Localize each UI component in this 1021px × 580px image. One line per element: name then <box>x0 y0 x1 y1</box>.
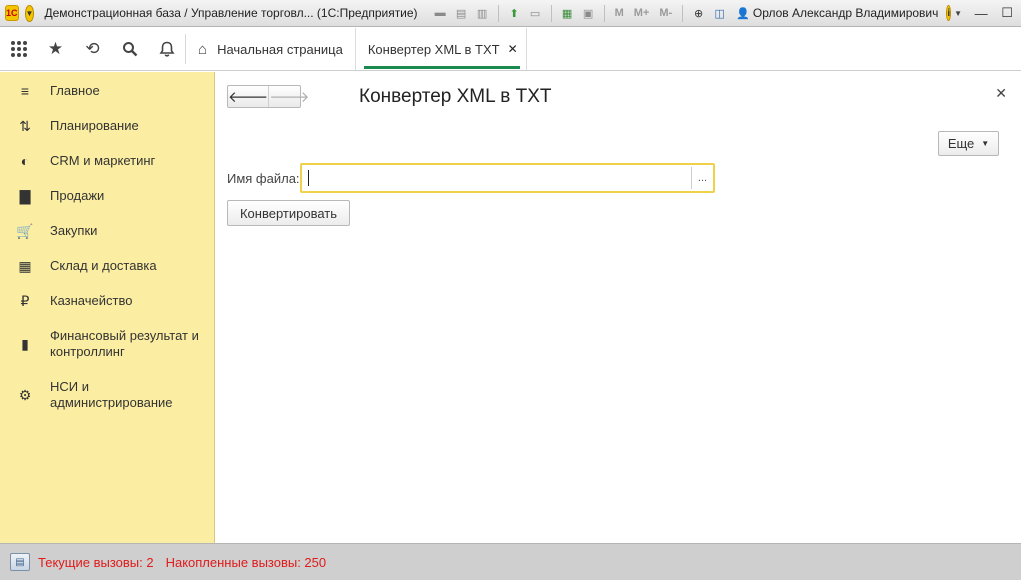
print-icon[interactable]: ▤ <box>453 5 470 22</box>
memory-add-button[interactable]: M+ <box>631 7 653 19</box>
back-arrow-icon[interactable]: 🡐 <box>228 86 270 107</box>
history-navigation: 🡐 🡒 <box>227 85 309 108</box>
file-name-label: Имя файла: <box>227 171 300 186</box>
save-icon[interactable]: ▬ <box>432 5 449 22</box>
preview-icon[interactable]: ▥ <box>474 5 491 22</box>
cart-icon: 🛒 <box>16 222 34 239</box>
memory-button[interactable]: M <box>612 7 627 19</box>
section-bar: ★ ⟲ ⌂ Начальная страница Конвертер XML в… <box>0 28 1021 71</box>
close-form-icon[interactable]: ✕ <box>995 85 1007 102</box>
ruble-icon: ₽ <box>20 292 30 309</box>
sidebar-item-treasury[interactable]: ₽ Казначейство <box>0 292 214 310</box>
user-icon: 👤 <box>736 7 750 20</box>
tab-label: Конвертер XML в TXT <box>367 41 500 57</box>
chevron-down-icon: ▼ <box>25 8 34 18</box>
tab-label: Начальная страница <box>217 41 343 57</box>
form-area: 🡐 🡒 Конвертер XML в TXT ✕ Еще ▼ Имя файл… <box>216 72 1021 543</box>
sidebar-item-planning[interactable]: ⇅ Планирование <box>0 117 214 135</box>
title-bar: 1С ▼ Демонстрационная база / Управление … <box>0 0 1021 27</box>
file-name-input[interactable] <box>302 165 691 191</box>
close-tab-icon[interactable]: ✕ <box>508 42 518 56</box>
memory-subtract-button[interactable]: M- <box>656 7 675 19</box>
link-icon[interactable]: ▭ <box>527 5 544 22</box>
home-icon: ⌂ <box>198 40 208 58</box>
bar-chart-icon: ▮ <box>21 335 29 352</box>
text-cursor <box>308 170 309 186</box>
status-bar: ▤ Текущие вызовы: 2 Накопленные вызовы: … <box>0 543 1021 580</box>
tab-home[interactable]: ⌂ Начальная страница <box>186 28 356 70</box>
sidebar-item-finance[interactable]: ▮ Финансовый результат и контроллинг <box>0 327 214 361</box>
window-title: Демонстрационная база / Управление торго… <box>44 6 418 20</box>
favorites-star-icon[interactable]: ★ <box>37 28 74 70</box>
dropdown-arrow-icon[interactable]: ▼ <box>954 9 962 18</box>
file-name-field: ... <box>300 163 715 193</box>
current-calls: Текущие вызовы: 2 <box>38 554 154 570</box>
notifications-bell-icon[interactable] <box>148 28 185 70</box>
current-user[interactable]: 👤 Орлов Александр Владимирович <box>736 6 938 20</box>
calculator-icon[interactable]: ▦ <box>559 5 576 22</box>
sidebar-item-admin[interactable]: ⚙ НСИ и администрирование <box>0 378 214 412</box>
sidebar-item-sales[interactable]: ▇ Продажи <box>0 187 214 205</box>
accumulated-calls: Накопленные вызовы: 250 <box>165 554 327 570</box>
window-toolbar: ▬ ▤ ▥ ⬆ ▭ ▦ ▣ M M+ M- ⊕ ◫ <box>432 4 729 22</box>
crm-icon: ◐ <box>20 153 30 169</box>
history-icon[interactable]: ⟲ <box>74 28 111 70</box>
form-title: Конвертер XML в TXT <box>359 86 552 107</box>
gear-icon: ⚙ <box>18 386 32 403</box>
app-logo-icon: 1С <box>5 5 19 21</box>
bag-icon: ▇ <box>19 187 31 204</box>
forward-arrow-icon[interactable]: 🡒 <box>269 86 309 107</box>
calendar-icon[interactable]: ▣ <box>580 5 597 22</box>
planning-icon: ⇅ <box>19 117 31 134</box>
sidebar-item-main[interactable]: ≡ Главное <box>0 82 214 100</box>
convert-button[interactable]: Конвертировать <box>227 200 350 226</box>
minimize-icon[interactable]: — <box>974 6 988 21</box>
info-icon[interactable]: i <box>946 5 952 21</box>
sidebar-item-crm[interactable]: ◐ CRM и маркетинг <box>0 152 214 170</box>
hamburger-icon: ≡ <box>20 83 30 99</box>
main-menu-button[interactable]: ▼ <box>24 4 35 22</box>
search-icon[interactable] <box>111 28 148 70</box>
zoom-icon[interactable]: ⊕ <box>690 5 707 22</box>
upload-icon[interactable]: ⬆ <box>506 5 523 22</box>
maximize-icon[interactable]: ☐ <box>1000 5 1014 20</box>
panel-toggle-icon[interactable]: ◫ <box>711 5 728 22</box>
sections-sidebar: ≡ Главное ⇅ Планирование ◐ CRM и маркети… <box>0 72 215 543</box>
window-controls: — ☐ ✕ <box>974 5 1021 21</box>
more-button[interactable]: Еще ▼ <box>938 131 999 156</box>
user-name: Орлов Александр Владимирович <box>752 6 939 20</box>
tab-xml-converter[interactable]: Конвертер XML в TXT ✕ <box>356 28 527 70</box>
server-calls-icon[interactable]: ▤ <box>10 553 30 571</box>
warehouse-icon: ▦ <box>18 257 32 274</box>
apps-grid-icon[interactable] <box>0 28 37 70</box>
select-file-button[interactable]: ... <box>691 167 713 189</box>
sidebar-item-warehouse[interactable]: ▦ Склад и доставка <box>0 257 214 275</box>
sidebar-item-purchases[interactable]: 🛒 Закупки <box>0 222 214 240</box>
caret-down-icon: ▼ <box>981 139 990 148</box>
